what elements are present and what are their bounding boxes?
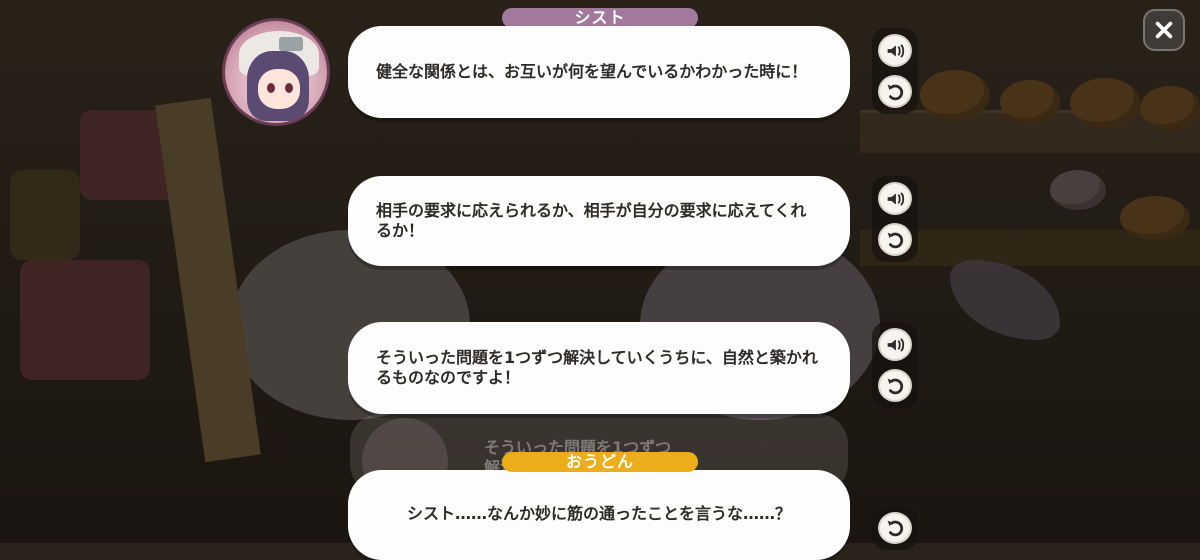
line-controls [872,322,918,408]
dialogue-text: そういった問題を1つずつ解決していくうちに、自然と築かれるものなのですよ！ [376,348,818,387]
replay-button[interactable] [878,512,912,544]
play-voice-button[interactable] [878,182,912,215]
dialogue-text: 相手の要求に応えられるか、相手が自分の要求に応えてくれるか！ [376,201,807,240]
replay-icon [887,232,904,248]
dialogue-text: シスト……なんか妙に筋の通ったことを言うな……？ [406,504,791,523]
speaker-name-tag: シスト [502,8,698,28]
line-controls [872,28,918,114]
dialogue-bubble[interactable]: そういった問題を1つずつ解決していくうちに、自然と築かれるものなのですよ！ [348,322,850,414]
replay-button[interactable] [878,369,912,402]
dialogue-bubble[interactable]: シスト……なんか妙に筋の通ったことを言うな……？ [348,470,850,560]
replay-button[interactable] [878,75,912,108]
speaker-name-tag: おうどん [502,452,698,472]
speaker-portrait [222,18,330,126]
replay-icon [887,84,904,100]
replay-icon [887,520,904,537]
line-controls [872,176,918,262]
dialogue-bubble[interactable]: 相手の要求に応えられるか、相手が自分の要求に応えてくれるか！ [348,176,850,266]
play-voice-button[interactable] [878,328,912,361]
line-controls [872,506,918,550]
speaker-voice-icon [887,338,905,351]
speaker-voice-icon [887,44,905,57]
dialogue-text: 健全な関係とは、お互いが何を望んでいるかわかった時に！ [376,62,808,81]
speaker-voice-icon [887,192,905,205]
replay-button[interactable] [878,223,912,256]
play-voice-button[interactable] [878,34,912,67]
close-icon [1155,21,1173,39]
replay-icon [887,378,904,394]
close-button[interactable] [1143,9,1185,51]
dialogue-bubble[interactable]: 健全な関係とは、お互いが何を望んでいるかわかった時に！ [348,26,850,118]
